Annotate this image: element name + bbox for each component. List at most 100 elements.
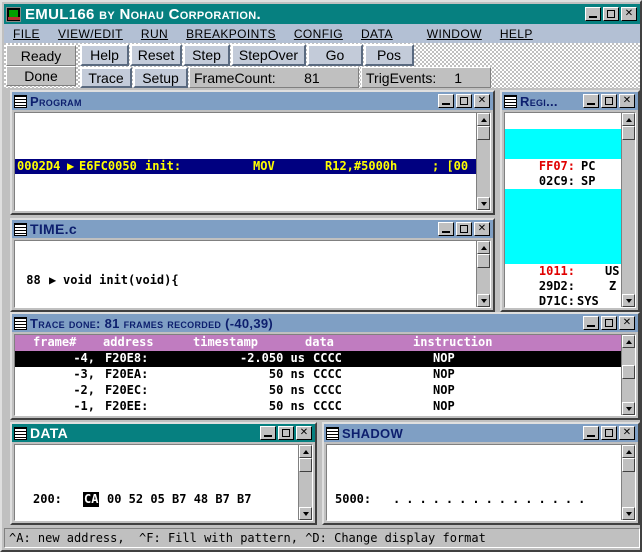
scroll-down-icon[interactable]	[477, 294, 490, 307]
register-row[interactable]: 29D2: SYS	[505, 264, 635, 307]
shadow-text: ...............	[393, 492, 592, 506]
minimize-icon[interactable]	[583, 316, 599, 330]
register-row[interactable]: 1111: PSW - IL	[505, 204, 635, 248]
trace-titlebar[interactable]: Trace done: 81 frames recorded (-40,39) …	[12, 314, 638, 332]
scroll-up-icon[interactable]	[477, 113, 490, 126]
register-row[interactable]: 00: CSP	[505, 114, 635, 158]
program-vertical-scrollbar[interactable]	[476, 113, 490, 210]
stepover-button[interactable]: StepOver	[231, 44, 306, 66]
source-row[interactable]: 88 ▶ void init(void){	[15, 273, 490, 288]
trace-frame: 0,	[51, 415, 95, 416]
register-row[interactable]: 1011: Z	[505, 249, 635, 293]
scrollbar-thumb[interactable]	[622, 126, 635, 140]
scrollbar-track[interactable]	[622, 126, 635, 294]
menu-view-edit[interactable]: VIEW/EDIT	[49, 27, 132, 41]
minimize-icon[interactable]	[438, 94, 454, 108]
pos-button[interactable]: Pos	[364, 44, 414, 66]
shadow-titlebar[interactable]: SHADOW ✕	[324, 424, 638, 442]
minimize-icon[interactable]	[585, 7, 601, 21]
scroll-down-icon[interactable]	[622, 507, 635, 520]
reset-button[interactable]: Reset	[130, 44, 182, 66]
maximize-icon[interactable]	[601, 426, 617, 440]
menu-run[interactable]: RUN	[132, 27, 177, 41]
trace-vertical-scrollbar[interactable]	[621, 335, 635, 415]
step-button[interactable]: Step	[183, 44, 230, 66]
scroll-down-icon[interactable]	[477, 197, 490, 210]
maximize-icon[interactable]	[603, 7, 619, 21]
trace-row[interactable]: -3, F20EA: 50 ns CCCC NOP	[15, 367, 635, 383]
data-titlebar[interactable]: DATA ✕	[12, 424, 315, 442]
scroll-down-icon[interactable]	[622, 294, 635, 307]
register-row[interactable]: 000: US	[505, 234, 635, 278]
setup-button[interactable]: Setup	[133, 67, 188, 88]
scrollbar-thumb[interactable]	[477, 126, 490, 140]
register-vertical-scrollbar[interactable]	[621, 113, 635, 307]
close-icon[interactable]: ✕	[296, 426, 312, 440]
register-row[interactable]: FF0B: PSW	[505, 189, 635, 233]
shadow-vertical-scrollbar[interactable]	[621, 445, 635, 520]
program-titlebar[interactable]: Program ✕	[12, 92, 493, 110]
minimize-icon[interactable]	[438, 222, 454, 236]
close-icon[interactable]: ✕	[474, 94, 490, 108]
close-icon[interactable]: ✕	[619, 94, 635, 108]
scroll-up-icon[interactable]	[622, 113, 635, 126]
trace-row[interactable]: -2, F20EC: 50 ns CCCC NOP	[15, 383, 635, 399]
scrollbar-thumb[interactable]	[299, 458, 312, 472]
maximize-icon[interactable]	[278, 426, 294, 440]
data-byte-selected[interactable]: CA	[83, 492, 100, 507]
menu-data[interactable]: DATA	[352, 27, 402, 41]
maximize-icon[interactable]	[601, 94, 617, 108]
register-row[interactable]: 1C00: TFR	[505, 294, 635, 307]
scrollbar-thumb[interactable]	[477, 254, 490, 268]
source-listing: 88 ▶ void init(void){ 89 : mystrcpy(clr,…	[15, 241, 490, 307]
data-row[interactable]: 200: CA 00 52 05 B7 48 B7 B7	[15, 492, 312, 507]
maximize-icon[interactable]	[456, 222, 472, 236]
close-icon[interactable]: ✕	[619, 426, 635, 440]
document-icon	[14, 316, 27, 330]
scroll-up-icon[interactable]	[477, 241, 490, 254]
source-titlebar[interactable]: TIME.c ✕	[12, 220, 493, 238]
data-vertical-scrollbar[interactable]	[298, 445, 312, 520]
menu-config[interactable]: CONFIG	[285, 27, 352, 41]
help-button[interactable]: Help	[80, 44, 129, 66]
register-row[interactable]: D71C: BUSCON	[505, 279, 635, 307]
scrollbar-thumb[interactable]	[622, 365, 635, 379]
go-button[interactable]: Go	[307, 44, 363, 66]
register-row[interactable]: 0002D4: PC	[505, 129, 635, 173]
trace-button[interactable]: Trace	[80, 67, 132, 88]
shadow-title: SHADOW	[342, 425, 404, 441]
menu-file[interactable]: FILE	[4, 27, 49, 41]
register-row[interactable]: FF07: SP	[505, 144, 635, 188]
trace-row[interactable]: 0, F20F0: 50 ns CCCC NOP	[15, 415, 635, 416]
menu-breakpoints[interactable]: BREAKPOINTS	[177, 27, 285, 41]
close-icon[interactable]: ✕	[619, 316, 635, 330]
document-icon	[504, 94, 517, 108]
register-row[interactable]: C800: STKUN	[505, 174, 635, 218]
register-row[interactable]: 11: IE	[505, 219, 635, 263]
minimize-icon[interactable]	[260, 426, 276, 440]
minimize-icon[interactable]	[583, 426, 599, 440]
close-icon[interactable]: ✕	[474, 222, 490, 236]
trace-row[interactable]: -1, F20EE: 50 ns CCCC NOP	[15, 399, 635, 415]
program-title: Program	[30, 93, 82, 109]
program-row[interactable]: 0002D4 ▶ E6FC0050 init: MOV R12,#5000h ;…	[15, 159, 490, 174]
scroll-down-icon[interactable]	[622, 402, 635, 415]
register-titlebar[interactable]: Regi... ✕	[502, 92, 638, 110]
menu-window[interactable]: WINDOW	[418, 27, 491, 41]
minimize-icon[interactable]	[583, 94, 599, 108]
scroll-up-icon[interactable]	[622, 335, 635, 348]
maximize-icon[interactable]	[601, 316, 617, 330]
menu-run-label: RUN	[140, 26, 169, 41]
register-row[interactable]: 02C9: STKOV	[505, 159, 635, 203]
scroll-up-icon[interactable]	[622, 445, 635, 458]
close-icon[interactable]: ✕	[621, 7, 637, 21]
scrollbar-thumb[interactable]	[622, 458, 635, 472]
shadow-row[interactable]: 5000: ...............	[327, 492, 635, 507]
trace-row[interactable]: -4, F20E8: -2.050 us CCCC NOP	[15, 351, 635, 367]
trace-header-frame: frame#	[33, 335, 77, 349]
source-vertical-scrollbar[interactable]	[476, 241, 490, 307]
maximize-icon[interactable]	[456, 94, 472, 108]
scroll-down-icon[interactable]	[299, 507, 312, 520]
menu-help[interactable]: HELP	[491, 27, 542, 41]
scroll-up-icon[interactable]	[299, 445, 312, 458]
